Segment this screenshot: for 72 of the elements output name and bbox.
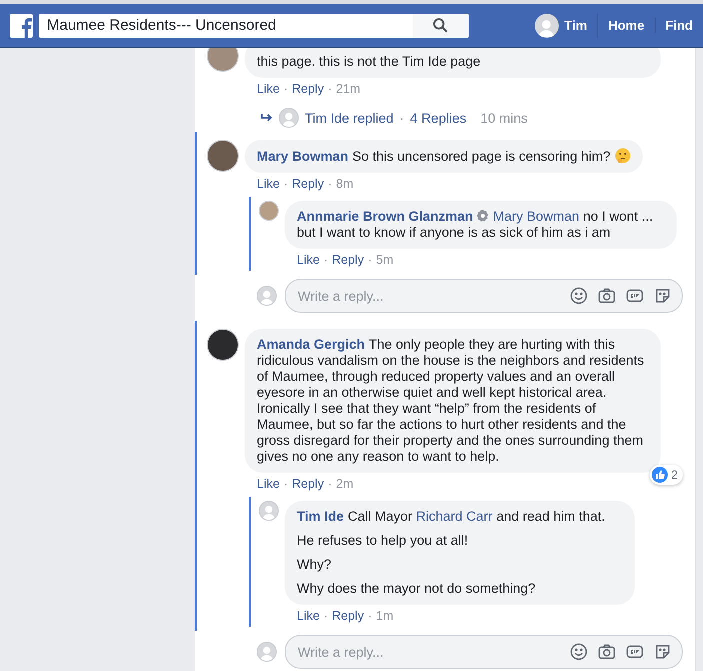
reply-field[interactable]: Write a reply...: [296, 288, 560, 304]
separator-dot: ·: [284, 477, 288, 491]
mention-link[interactable]: Richard Carr: [416, 509, 493, 524]
separator-dot: ·: [324, 609, 328, 623]
gif-icon[interactable]: [626, 643, 644, 661]
comment-text: Annmarie Brown Glanzman Mary Bowman no I wont ... but I want to know if anyone is as sick of him as i am: [297, 209, 654, 241]
reply-box[interactable]: Write a reply...: [285, 635, 683, 669]
separator-dot: ·: [328, 177, 332, 191]
like-link[interactable]: Like: [257, 477, 280, 491]
comment-text: He refuses to help you at all!: [297, 533, 470, 549]
separator-dot: ·: [368, 253, 372, 267]
avatar: [207, 140, 239, 172]
comment-text: Amanda Gergich The only people they are hurting with this ridiculous vandalism on the house is the neighbors and residents of Maumee, through reduced property values and an overall eyesore in an otherwise quiet and well kept historical area. Ironically I see that they want “help” from the residents of Maumee, but so far the actions to hurt other residents and the gross disregard for their property and the ones surrounding them gives no one any reason to want to help.: [257, 337, 646, 465]
gif-icon[interactable]: [626, 287, 644, 305]
nav-link[interactable]: Find: [656, 18, 703, 33]
separator-dot: ·: [284, 82, 288, 96]
comment-text: Mary Bowman So this uncensored page is censoring him?: [257, 148, 631, 165]
separator-dot: ·: [328, 82, 332, 96]
avatar: [257, 642, 277, 662]
replied-link[interactable]: Tim Ide replied: [305, 110, 394, 126]
like-link[interactable]: Like: [257, 82, 280, 96]
comment-text: Why?: [297, 557, 333, 573]
reply-link[interactable]: Reply: [292, 477, 324, 491]
like-link[interactable]: Like: [257, 177, 280, 191]
separator-dot: ·: [328, 477, 332, 491]
sticker-icon[interactable]: [654, 287, 672, 305]
comment-text: Why does the mayor not do something?: [297, 581, 537, 597]
reply-link[interactable]: Reply: [292, 177, 324, 191]
comment-time: 21m: [336, 82, 361, 96]
separator-dot: ·: [400, 110, 404, 126]
comment-time: 1m: [376, 609, 394, 623]
replies-link[interactable]: 4 Replies: [410, 110, 467, 126]
author-link[interactable]: Tim Ide: [297, 509, 344, 524]
thumbs-up-icon: [652, 467, 668, 483]
comment-time: 2m: [336, 477, 354, 491]
search-button[interactable]: [412, 14, 469, 38]
like-link[interactable]: Like: [297, 609, 320, 623]
comment-text: this page. this is not the Tim Ide page: [257, 54, 482, 70]
camera-icon[interactable]: [598, 643, 616, 661]
comment-time: 5m: [376, 253, 394, 267]
sticker-icon[interactable]: [654, 643, 672, 661]
separator-dot: ·: [324, 253, 328, 267]
avatar: [259, 201, 279, 221]
emoji-icon[interactable]: [570, 643, 588, 661]
facebook-logo-icon[interactable]: [10, 14, 34, 38]
avatar: [259, 501, 279, 521]
reply-box[interactable]: Write a reply...: [285, 279, 683, 313]
search-icon: [433, 18, 448, 33]
separator-dot: ·: [284, 177, 288, 191]
emoji-icon[interactable]: [570, 287, 588, 305]
separator-dot: ·: [368, 609, 372, 623]
reply-arrow-icon: [261, 113, 273, 123]
author-link[interactable]: Annmarie Brown Glanzman: [297, 209, 474, 224]
comment-time: 8m: [336, 177, 354, 191]
author-link[interactable]: Mary Bowman: [257, 149, 349, 164]
reaction-count[interactable]: 2: [650, 465, 683, 485]
author-link[interactable]: Amanda Gergich: [257, 337, 366, 352]
nav-link[interactable]: Tim: [524, 14, 598, 38]
reply-link[interactable]: Reply: [332, 253, 364, 267]
replies-time: 10 mins: [480, 110, 528, 126]
avatar: [257, 286, 277, 306]
reply-link[interactable]: Reply: [332, 609, 364, 623]
avatar: [279, 108, 299, 128]
avatar: [207, 329, 239, 361]
nav-link[interactable]: Home: [598, 18, 656, 33]
mention-link[interactable]: Mary Bowman: [493, 209, 580, 224]
comment-text: Tim Ide Call Mayor Richard Carr and read him that.: [297, 509, 606, 525]
camera-icon[interactable]: [598, 287, 616, 305]
like-link[interactable]: Like: [297, 253, 320, 267]
reply-field[interactable]: Write a reply...: [296, 644, 560, 660]
avatar: [534, 14, 559, 38]
reply-link[interactable]: Reply: [292, 82, 324, 96]
